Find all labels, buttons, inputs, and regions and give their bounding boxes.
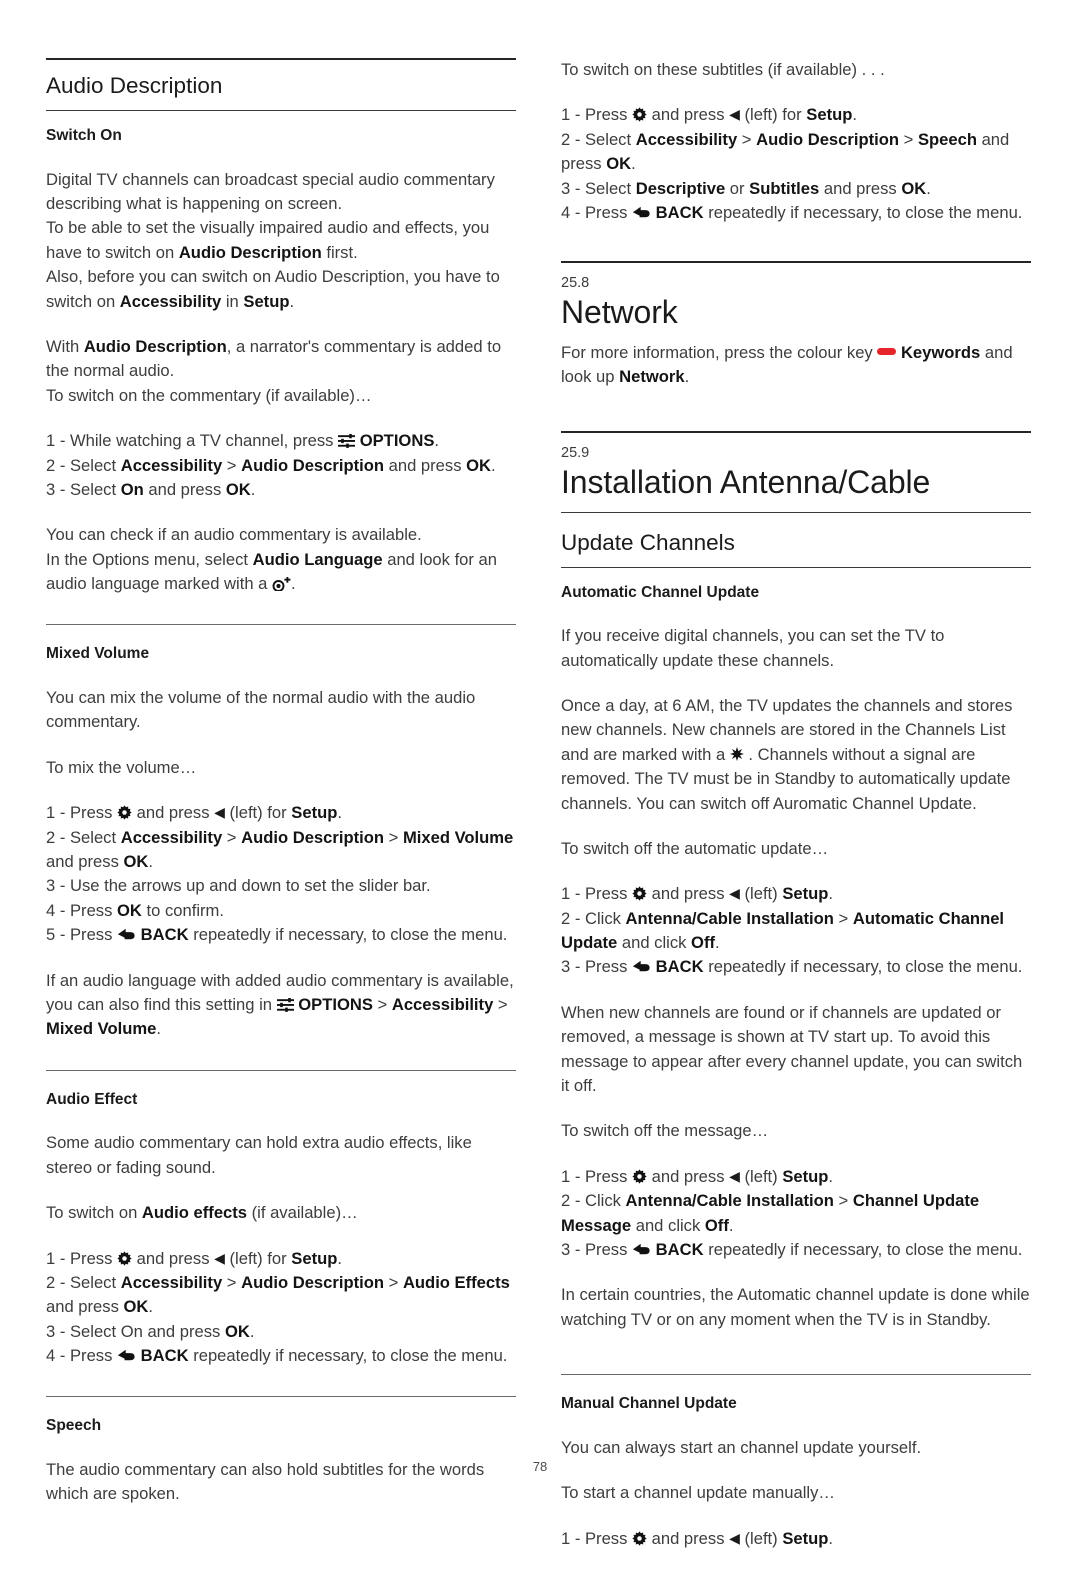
paragraph-receive-digital-channels: If you receive digital channels, you can… — [561, 626, 945, 670]
section-title-audio-description: Audio Description — [46, 73, 223, 98]
sub-head-switch-on: Switch On — [46, 127, 122, 144]
steps-manual-channel-update: 1 - Press and press ◀ (left) Setup. — [561, 1528, 834, 1548]
gear-icon — [117, 1249, 132, 1266]
steps-switch-on: 1 - While watching a TV channel, press O… — [46, 431, 496, 499]
divider-above-network — [561, 261, 1031, 264]
chapter-title-network: Network — [561, 293, 678, 330]
paragraph-when-new-channels-found: When new channels are found or if channe… — [561, 1002, 1023, 1096]
paragraph-to-start-manually: To start a channel update manually… — [561, 1483, 835, 1503]
gear-icon — [632, 1529, 647, 1546]
divider-above-speech — [46, 1396, 516, 1398]
arrow-left-icon: ◀ — [729, 885, 740, 902]
paragraph-to-switch-off-message: To switch off the message… — [561, 1121, 769, 1141]
sub-head-manual-channel-update: Manual Channel Update — [561, 1395, 737, 1413]
manual-page: Audio Description Switch On Digital TV c… — [0, 0, 1080, 1548]
star-icon — [729, 744, 744, 761]
divider-under-installation-title — [561, 511, 1031, 513]
steps-audio-effect: 1 - Press and press ◀ (left) for Setup. … — [46, 1248, 510, 1366]
chapter-number-installation: 25.9 — [561, 445, 590, 462]
eye-plus-icon — [272, 574, 291, 593]
arrow-left-icon: ◀ — [729, 106, 740, 123]
paragraph-start-channel-update-yourself: You can always start an channel update y… — [561, 1437, 922, 1457]
paragraph-network-keywords: For more information, press the colour k… — [561, 342, 1013, 386]
steps-switch-off-message: 1 - Press and press ◀ (left) Setup. 2 - … — [561, 1166, 1023, 1259]
divider-above-mixed-volume — [46, 624, 516, 626]
chapter-number-network: 25.8 — [561, 275, 590, 292]
options-sliders-icon — [276, 995, 294, 1012]
back-arrow-icon — [632, 203, 651, 218]
paragraph-to-switch-off-automatic-update: To switch off the automatic update… — [561, 838, 829, 858]
paragraph-options-accessibility-mixed-volume: If an audio language with added audio co… — [46, 970, 514, 1039]
options-sliders-icon — [338, 431, 356, 449]
steps-switch-off-automatic-update: 1 - Press and press ◀ (left) Setup. 2 - … — [561, 884, 1023, 977]
arrow-left-icon: ◀ — [729, 1167, 740, 1184]
gear-icon — [632, 105, 647, 123]
divider-top-left — [46, 58, 516, 60]
two-column-layout: Audio Description Switch On Digital TV c… — [46, 58, 1034, 1572]
chapter-title-installation: Installation Antenna/Cable — [561, 463, 931, 500]
paragraph-to-mix-volume: To mix the volume… — [46, 757, 197, 777]
arrow-left-icon: ◀ — [729, 1529, 740, 1546]
page-number: 78 — [532, 1459, 548, 1474]
sub-head-mixed-volume: Mixed Volume — [46, 645, 150, 663]
sub-head-speech: Speech — [46, 1417, 102, 1435]
section-title-update-channels: Update Channels — [561, 529, 735, 555]
arrow-left-icon: ◀ — [214, 804, 225, 821]
paragraph-mix-volume: You can mix the volume of the normal aud… — [46, 688, 476, 732]
steps-mixed-volume: 1 - Press and press ◀ (left) for Setup. … — [46, 803, 514, 945]
paragraph-extra-audio-effects: Some audio commentary can hold extra aud… — [46, 1133, 472, 1177]
gear-icon — [117, 803, 132, 820]
paragraph-certain-countries: In certain countries, the Automatic chan… — [561, 1285, 1030, 1329]
red-colour-key-icon — [877, 347, 897, 355]
left-column: Audio Description Switch On Digital TV c… — [46, 58, 516, 1528]
paragraph-check-commentary: You can check if an audio commentary is … — [46, 525, 497, 594]
gear-icon — [632, 884, 647, 901]
steps-speech-subtitles: 1 - Press and press ◀ (left) for Setup. … — [561, 105, 1023, 222]
back-arrow-icon — [117, 925, 136, 940]
paragraph-switch-on-audio-effects: To switch on Audio effects (if available… — [46, 1203, 358, 1223]
paragraph-narrator-commentary: With Audio Description, a narrator's com… — [46, 336, 502, 405]
right-column: To switch on these subtitles (if availab… — [561, 58, 1031, 1572]
sub-head-automatic-channel-update: Automatic Channel Update — [561, 583, 760, 601]
gear-icon — [632, 1167, 647, 1184]
divider-under-update-channels — [561, 566, 1031, 568]
divider-under-audio-description — [46, 110, 516, 111]
back-arrow-icon — [632, 957, 651, 972]
divider-above-installation — [561, 431, 1031, 434]
divider-above-audio-effect — [46, 1069, 516, 1071]
paragraph-digital-tv-channels: Digital TV channels can broadcast specia… — [46, 169, 500, 311]
paragraph-once-a-day: Once a day, at 6 AM, the TV updates the … — [561, 695, 1013, 813]
back-arrow-icon — [117, 1346, 136, 1361]
arrow-left-icon: ◀ — [214, 1249, 225, 1266]
divider-above-manual-channel-update — [561, 1374, 1031, 1376]
paragraph-switch-on-subtitles: To switch on these subtitles (if availab… — [561, 60, 885, 79]
sub-head-audio-effect: Audio Effect — [46, 1090, 138, 1108]
back-arrow-icon — [632, 1240, 651, 1255]
